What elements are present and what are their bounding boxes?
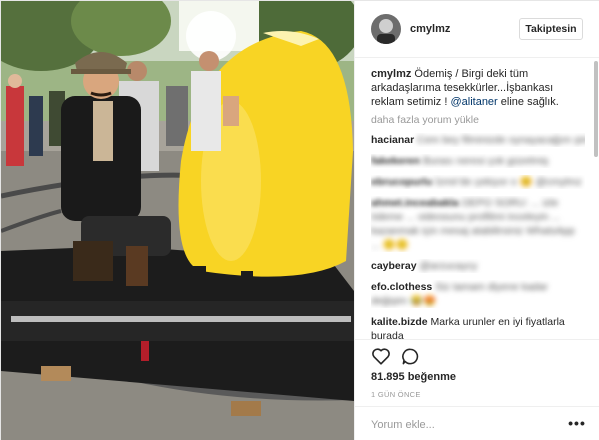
avatar[interactable] xyxy=(371,14,401,44)
post-photo-image xyxy=(1,1,354,440)
load-more-comments[interactable]: daha fazla yorum yükle xyxy=(371,113,585,127)
comments-scrollbar[interactable] xyxy=(593,59,599,339)
post-timestamp: 1 GÜN ÖNCE xyxy=(371,390,421,399)
post-side-panel: cmylmz Takiptesin cmylmz Ödemiş / Birgi … xyxy=(354,1,599,440)
avatar-image xyxy=(371,14,401,44)
instagram-post-modal: cmylmz Takiptesin cmylmz Ödemiş / Birgi … xyxy=(0,0,599,440)
comment-text: @arzucaycy xyxy=(419,260,478,272)
more-options-button[interactable]: ••• xyxy=(567,415,587,435)
scrollbar-thumb[interactable] xyxy=(594,61,598,157)
comment-text: Cem bey filminizde oynayacağım şimdiden … xyxy=(417,134,585,146)
comment-item: efo.clothess Siz tamam diyene kadar deği… xyxy=(371,280,585,308)
comment-username[interactable]: efo.clothess xyxy=(371,281,432,293)
comment-item: kalite.bizde Marka urunler en iyi fiyatl… xyxy=(371,315,585,339)
comment-username[interactable]: cayberay xyxy=(371,260,417,272)
caption-mention[interactable]: @alitaner xyxy=(450,96,497,108)
comment-username[interactable]: hacianar xyxy=(371,134,414,146)
following-button[interactable]: Takiptesin xyxy=(519,18,583,40)
comment-username[interactable]: fakekeren xyxy=(371,155,420,167)
comment-username[interactable]: kalite.bizde xyxy=(371,316,428,328)
comment-item: ebrucopurlu İzmir'de çekiyor o 😊 @cmylmz xyxy=(371,175,585,189)
like-count[interactable]: 81.895 beğenme xyxy=(371,371,456,383)
comment-text: İzmir'de çekiyor o 😊 @cmylmz xyxy=(435,176,582,188)
header-username[interactable]: cmylmz xyxy=(410,23,450,35)
comment-icon[interactable] xyxy=(401,347,420,366)
comment-input[interactable] xyxy=(371,415,551,435)
comment-item: hacianar Cem bey filminizde oynayacağım … xyxy=(371,133,585,147)
caption-username[interactable]: cmylmz xyxy=(371,68,411,80)
post-header: cmylmz Takiptesin xyxy=(355,1,599,58)
post-actions: 81.895 beğenme 1 GÜN ÖNCE ••• xyxy=(355,339,599,440)
comment-item: ahmet.inceabakla OEPO SORU: ... izle öde… xyxy=(371,196,585,252)
heart-icon[interactable] xyxy=(371,347,391,365)
post-caption: cmylmz Ödemiş / Birgi deki tüm arkadaşla… xyxy=(371,67,585,109)
comment-username[interactable]: ahmet.inceabakla xyxy=(371,197,459,209)
add-comment-bar: ••• xyxy=(355,406,599,440)
comments-list: cmylmz Ödemiş / Birgi deki tüm arkadaşla… xyxy=(371,67,585,339)
comment-item: cayberay @arzucaycy xyxy=(371,259,585,273)
caption-text-end: eline sağlık. xyxy=(497,96,559,108)
comment-item: fakekeren Burası neresi çok güzelmiş xyxy=(371,154,585,168)
post-photo[interactable] xyxy=(1,1,354,440)
comment-text: Burası neresi çok güzelmiş xyxy=(422,155,549,167)
comment-username[interactable]: ebrucopurlu xyxy=(371,176,432,188)
